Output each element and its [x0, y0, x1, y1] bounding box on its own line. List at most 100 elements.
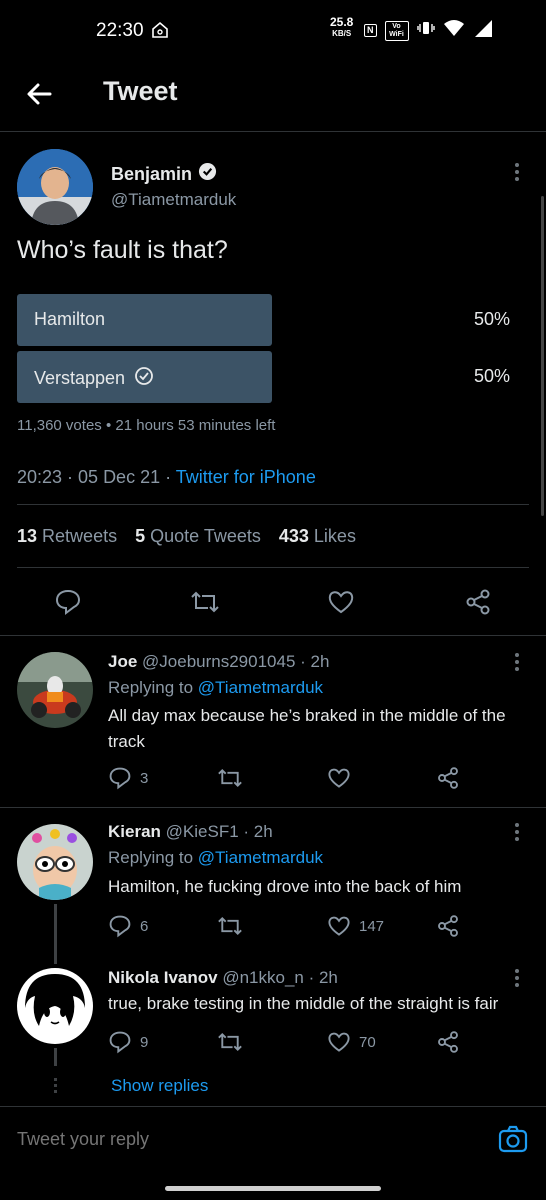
- reply-author-handle[interactable]: @n1kko_n · 2h: [222, 968, 338, 987]
- reply-icon[interactable]: [54, 588, 82, 616]
- avatar[interactable]: [17, 149, 93, 225]
- replying-to: Replying to @Tiametmarduk: [108, 848, 323, 868]
- vowifi-icon: Vo WiFi: [384, 20, 409, 41]
- like-icon[interactable]: [327, 766, 351, 790]
- tweet-timestamp: 20:23 · 05 Dec 21 · Twitter for iPhone: [17, 467, 316, 488]
- mention-link[interactable]: @Tiametmarduk: [198, 678, 323, 697]
- show-replies-link[interactable]: Show replies: [111, 1076, 208, 1096]
- network-speed-unit: KB/S: [332, 29, 352, 38]
- share-icon[interactable]: [436, 1030, 460, 1054]
- reply-author-name[interactable]: Kieran: [108, 822, 161, 841]
- tweet-time: 20:23 · 05 Dec 21 ·: [17, 467, 176, 487]
- reply-text: All day max because he’s braked in the m…: [108, 706, 506, 751]
- divider: [17, 504, 529, 505]
- reply-header: Nikola Ivanov @n1kko_n · 2h: [108, 968, 338, 988]
- reply-count: 6: [140, 917, 149, 935]
- tweet-actions: [0, 584, 546, 634]
- replying-to-prefix: Replying to: [108, 678, 198, 697]
- quotes-count: 5: [135, 526, 146, 546]
- likes-count: 433: [278, 526, 309, 546]
- reply-header: Joe @Joeburns2901045 · 2h: [108, 652, 329, 672]
- scrollbar[interactable]: [541, 196, 544, 516]
- like-icon[interactable]: 147: [327, 914, 384, 938]
- reply-icon[interactable]: 3: [108, 766, 148, 790]
- like-icon[interactable]: [327, 588, 355, 616]
- reply-author-name[interactable]: Nikola Ivanov: [108, 968, 218, 987]
- reply-author-handle[interactable]: @KieSF1 · 2h: [166, 822, 273, 841]
- reply-text: true, brake testing in the middle of the…: [108, 994, 499, 1013]
- retweet-icon[interactable]: [217, 1030, 243, 1054]
- divider: [17, 567, 529, 568]
- poll-option-label-text: Hamilton: [34, 309, 106, 329]
- reply-icon[interactable]: 6: [108, 914, 148, 938]
- poll-option-label: Verstappen: [34, 366, 154, 391]
- avatar[interactable]: [17, 652, 93, 728]
- likes-label: Likes: [313, 526, 356, 546]
- nfc-icon: N: [364, 24, 377, 37]
- reply-author-handle[interactable]: @Joeburns2901045 · 2h: [142, 652, 329, 671]
- header: Tweet: [0, 62, 546, 132]
- poll-option-label-text: Verstappen: [34, 368, 126, 388]
- poll-option-verstappen[interactable]: Verstappen 50%: [17, 351, 527, 403]
- reply-count: 9: [140, 1033, 149, 1051]
- home-icon: [150, 20, 170, 45]
- replying-to-prefix: Replying to: [108, 848, 198, 867]
- likes-stat[interactable]: 433 Likes: [279, 526, 356, 547]
- thread-line: [54, 1048, 57, 1066]
- retweets-count: 13: [17, 526, 38, 546]
- reply-tweet[interactable]: Joe @Joeburns2901045 · 2h Replying to @T…: [0, 636, 546, 808]
- poll-option-hamilton[interactable]: Hamilton 50%: [17, 294, 527, 346]
- back-arrow-icon[interactable]: [24, 78, 56, 110]
- replying-to: Replying to @Tiametmarduk: [108, 678, 323, 698]
- like-icon[interactable]: 70: [327, 1030, 376, 1054]
- poll-meta: 11,360 votes • 21 hours 53 minutes left: [17, 417, 276, 434]
- status-bar: 22:30 25.8 KB/S N Vo WiFi: [0, 0, 546, 62]
- poll-option-label: Hamilton: [34, 309, 105, 330]
- reply-tweet[interactable]: Nikola Ivanov @n1kko_n · 2h true, brake …: [0, 958, 546, 1076]
- mention-link[interactable]: @Tiametmarduk: [198, 848, 323, 867]
- share-icon[interactable]: [436, 914, 460, 938]
- author-name-text: Benjamin: [111, 163, 193, 184]
- more-options-icon[interactable]: [507, 650, 527, 674]
- retweet-icon[interactable]: [190, 588, 220, 616]
- retweet-icon[interactable]: [217, 766, 243, 790]
- thread-dots: [54, 1078, 57, 1096]
- vibrate-icon: [416, 19, 435, 42]
- reply-text: Hamilton, he fucking drove into the back…: [108, 877, 462, 896]
- thread-line: [54, 904, 57, 964]
- avatar[interactable]: [17, 968, 93, 1044]
- like-count: 147: [359, 917, 385, 935]
- retweets-stat[interactable]: 13 Retweets: [17, 526, 117, 547]
- signal-icon: [473, 18, 493, 43]
- status-time: 22:30: [96, 20, 144, 41]
- retweet-icon[interactable]: [217, 914, 243, 938]
- reply-count: 3: [140, 769, 149, 787]
- author-handle[interactable]: @Tiametmarduk: [111, 190, 236, 210]
- more-options-icon[interactable]: [507, 160, 527, 184]
- network-speed: 25.8 KB/S: [330, 16, 353, 39]
- avatar[interactable]: [17, 824, 93, 900]
- reply-input[interactable]: [17, 1129, 467, 1150]
- retweets-label: Retweets: [42, 526, 118, 546]
- tweet-stats: 13 Retweets 5 Quote Tweets 433 Likes: [17, 526, 356, 547]
- quote-tweets-stat[interactable]: 5 Quote Tweets: [135, 526, 261, 547]
- share-icon[interactable]: [436, 766, 460, 790]
- wifi-icon: [443, 19, 465, 42]
- verified-badge-icon: [198, 162, 217, 186]
- quotes-label: Quote Tweets: [150, 526, 261, 546]
- reply-tweet[interactable]: Kieran @KieSF1 · 2h Replying to @Tiametm…: [0, 808, 546, 958]
- more-options-icon[interactable]: [507, 966, 527, 990]
- reply-header: Kieran @KieSF1 · 2h: [108, 822, 273, 842]
- reply-author-name[interactable]: Joe: [108, 652, 137, 671]
- more-options-icon[interactable]: [507, 820, 527, 844]
- home-indicator[interactable]: [165, 1186, 381, 1191]
- tweet-source-link[interactable]: Twitter for iPhone: [176, 467, 316, 487]
- like-count: 70: [359, 1033, 376, 1051]
- tweet-text: Who’s fault is that?: [17, 236, 228, 264]
- author-name[interactable]: Benjamin: [111, 162, 217, 186]
- page-title: Tweet: [103, 76, 178, 106]
- camera-icon[interactable]: [498, 1124, 528, 1159]
- reply-icon[interactable]: 9: [108, 1030, 148, 1054]
- share-icon[interactable]: [464, 588, 492, 616]
- status-icons: N Vo WiFi: [364, 18, 493, 43]
